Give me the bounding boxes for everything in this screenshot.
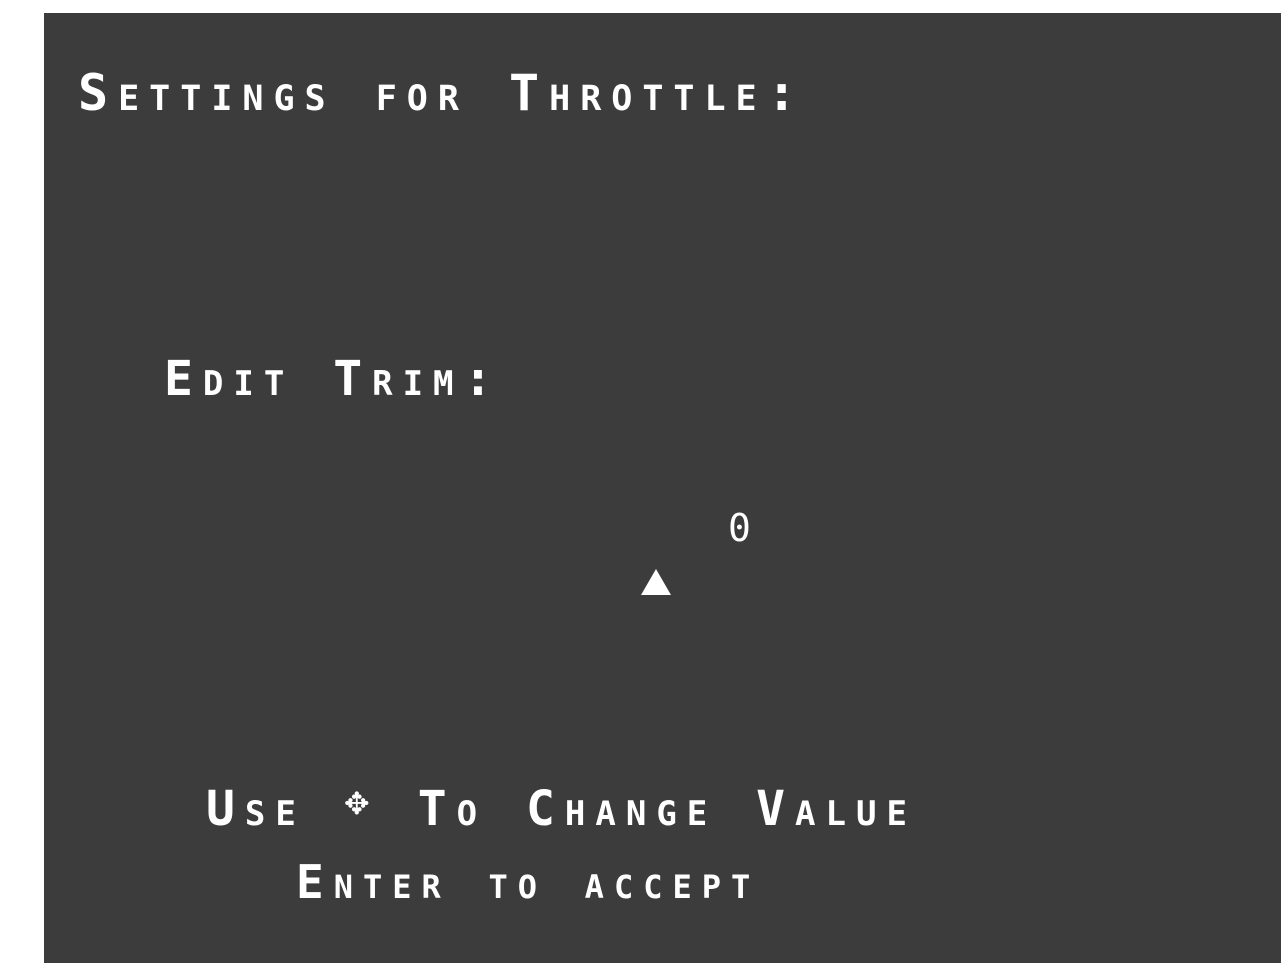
accept-instruction: Enter to accept (296, 855, 761, 909)
trim-value[interactable]: 0 (728, 509, 751, 547)
dpad-icon: ✥ (344, 778, 379, 824)
use-label: Use (206, 781, 306, 837)
page-title: Settings for Throttle: (78, 64, 807, 122)
change-value-instruction: Use ✥ To Change Value (206, 781, 917, 833)
edit-trim-label: Edit Trim: (164, 351, 503, 407)
triangle-up-icon (641, 569, 671, 595)
settings-screen: Settings for Throttle: Edit Trim: 0 Use … (44, 13, 1281, 963)
change-value-label: To Change Value (417, 781, 917, 837)
